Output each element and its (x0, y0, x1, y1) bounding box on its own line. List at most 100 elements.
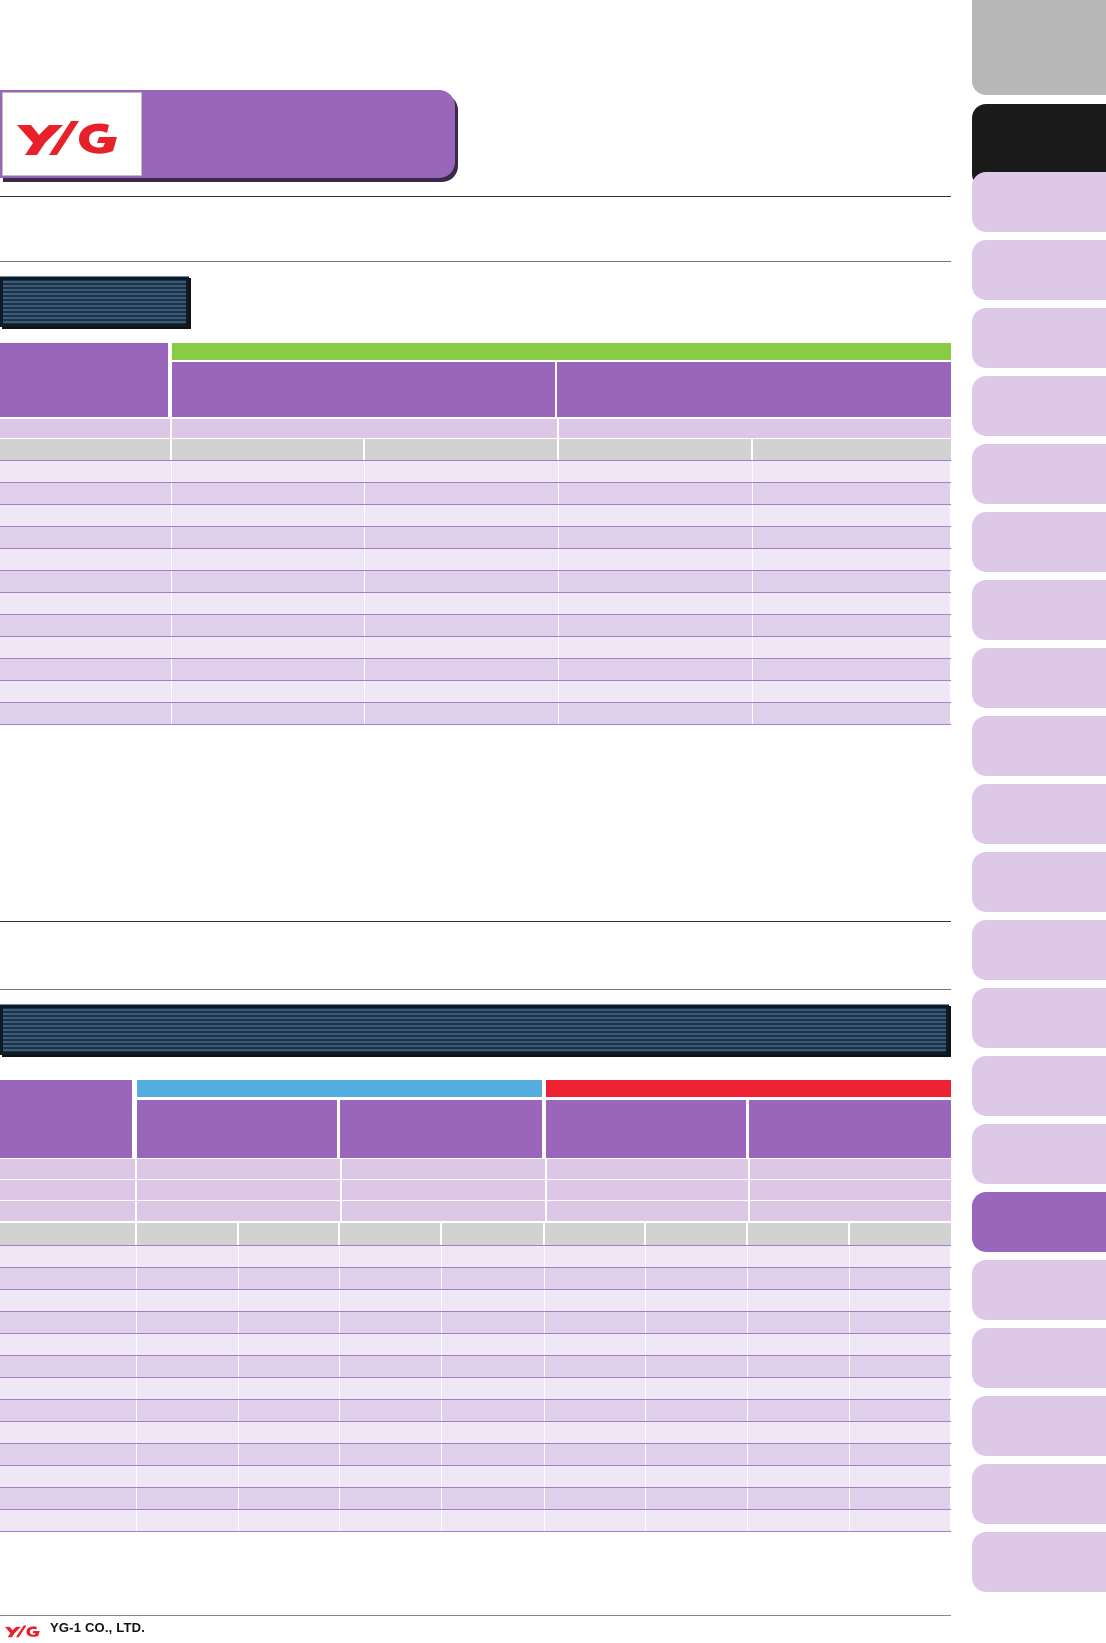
t1-table-cell (559, 571, 753, 592)
t2-table-cell (748, 1378, 850, 1399)
t2-table-cell (646, 1510, 748, 1531)
t2-column-header (545, 1223, 646, 1245)
t2-table-row (0, 1312, 951, 1334)
t2-group-header (340, 1100, 542, 1158)
t2-table-row (0, 1246, 951, 1268)
t2-table-cell (340, 1356, 442, 1377)
side-tab[interactable] (972, 784, 1106, 844)
t1-table-cell (0, 461, 172, 482)
t2-column-header (137, 1223, 239, 1245)
t2-table-cell (137, 1400, 239, 1421)
side-tab[interactable] (972, 512, 1106, 572)
t2-table-cell (545, 1334, 646, 1355)
t2-sub-header-row (0, 1180, 951, 1200)
side-tab[interactable] (972, 716, 1106, 776)
side-tab[interactable] (972, 852, 1106, 912)
t2-table-cell (239, 1444, 340, 1465)
t2-table-cell (137, 1356, 239, 1377)
t2-table-cell (545, 1510, 646, 1531)
side-tab[interactable] (972, 240, 1106, 300)
t2-table-row (0, 1356, 951, 1378)
side-tab[interactable] (972, 648, 1106, 708)
side-tab[interactable] (972, 444, 1106, 504)
t2-table-cell (850, 1334, 951, 1355)
t2-table-cell (850, 1510, 951, 1531)
t1-table-row (0, 461, 951, 483)
divider-top (0, 196, 951, 197)
yg-logo-icon (17, 121, 117, 155)
t2-table-cell (442, 1356, 545, 1377)
t2-table-cell (748, 1268, 850, 1289)
t2-table-cell (137, 1334, 239, 1355)
t2-table-cell (850, 1488, 951, 1509)
t1-table-cell (753, 703, 951, 724)
t2-table-cell (850, 1400, 951, 1421)
t2-table-cell (340, 1466, 442, 1487)
t1-table-cell (172, 659, 365, 680)
t2-table-cell (137, 1422, 239, 1443)
section-header-bar-1 (0, 276, 189, 327)
t1-table-cell (0, 571, 172, 592)
side-tab[interactable] (972, 988, 1106, 1048)
t1-table-row (0, 681, 951, 703)
side-tab[interactable] (972, 1464, 1106, 1524)
t1-table-cell (172, 681, 365, 702)
t1-table-cell (0, 593, 172, 614)
t1-table-cell (0, 681, 172, 702)
t2-table-cell (239, 1246, 340, 1267)
side-tab[interactable] (972, 376, 1106, 436)
t1-table-cell (365, 549, 559, 570)
t2-table-cell (748, 1400, 850, 1421)
t1-table-cell (753, 505, 951, 526)
side-tab[interactable] (972, 1260, 1106, 1320)
side-tab[interactable] (972, 1532, 1106, 1592)
t1-table-cell (172, 593, 365, 614)
t2-table-cell (748, 1356, 850, 1377)
t2-table-cell (545, 1378, 646, 1399)
side-tab[interactable] (972, 308, 1106, 368)
t1-table-cell (0, 615, 172, 636)
t2-row-header-cell (0, 1080, 134, 1158)
side-tab[interactable] (972, 580, 1106, 640)
t2-blue-band (137, 1080, 542, 1097)
side-tab[interactable] (972, 1396, 1106, 1456)
t1-table-row (0, 615, 951, 637)
t2-table-cell (239, 1334, 340, 1355)
t2-table-cell (137, 1246, 239, 1267)
t2-table-cell (646, 1444, 748, 1465)
t1-table-cell (559, 681, 753, 702)
t2-table-cell (748, 1466, 850, 1487)
side-tab-top[interactable] (972, 0, 1106, 95)
t2-table-cell (442, 1334, 545, 1355)
t2-table-cell (239, 1268, 340, 1289)
t1-table-cell (753, 637, 951, 658)
t2-table-cell (646, 1488, 748, 1509)
side-tab[interactable] (972, 920, 1106, 980)
t2-sub-header-cell (342, 1201, 547, 1221)
t2-table-cell (340, 1422, 442, 1443)
t2-sub-header-cell (750, 1180, 951, 1200)
side-tab-active[interactable] (972, 1192, 1106, 1252)
t2-table-cell (340, 1312, 442, 1333)
t1-table-row (0, 593, 951, 615)
t1-table-cell (0, 483, 172, 504)
t2-table-cell (646, 1400, 748, 1421)
side-tab[interactable] (972, 1056, 1106, 1116)
t1-table-cell (365, 703, 559, 724)
t2-table-cell (442, 1466, 545, 1487)
t2-column-header (442, 1223, 545, 1245)
t2-table-cell (748, 1246, 850, 1267)
t2-sub-header-row (0, 1201, 951, 1221)
t2-table-cell (545, 1246, 646, 1267)
t2-table-cell (340, 1444, 442, 1465)
t1-table-cell (753, 461, 951, 482)
side-tab[interactable] (972, 172, 1106, 232)
t2-table-cell (239, 1510, 340, 1531)
t1-table-cell (365, 593, 559, 614)
side-tab[interactable] (972, 1124, 1106, 1184)
t1-table-row (0, 549, 951, 571)
t2-table-cell (239, 1290, 340, 1311)
side-tab[interactable] (972, 1328, 1106, 1388)
t2-table-cell (748, 1444, 850, 1465)
t1-table-cell (172, 571, 365, 592)
